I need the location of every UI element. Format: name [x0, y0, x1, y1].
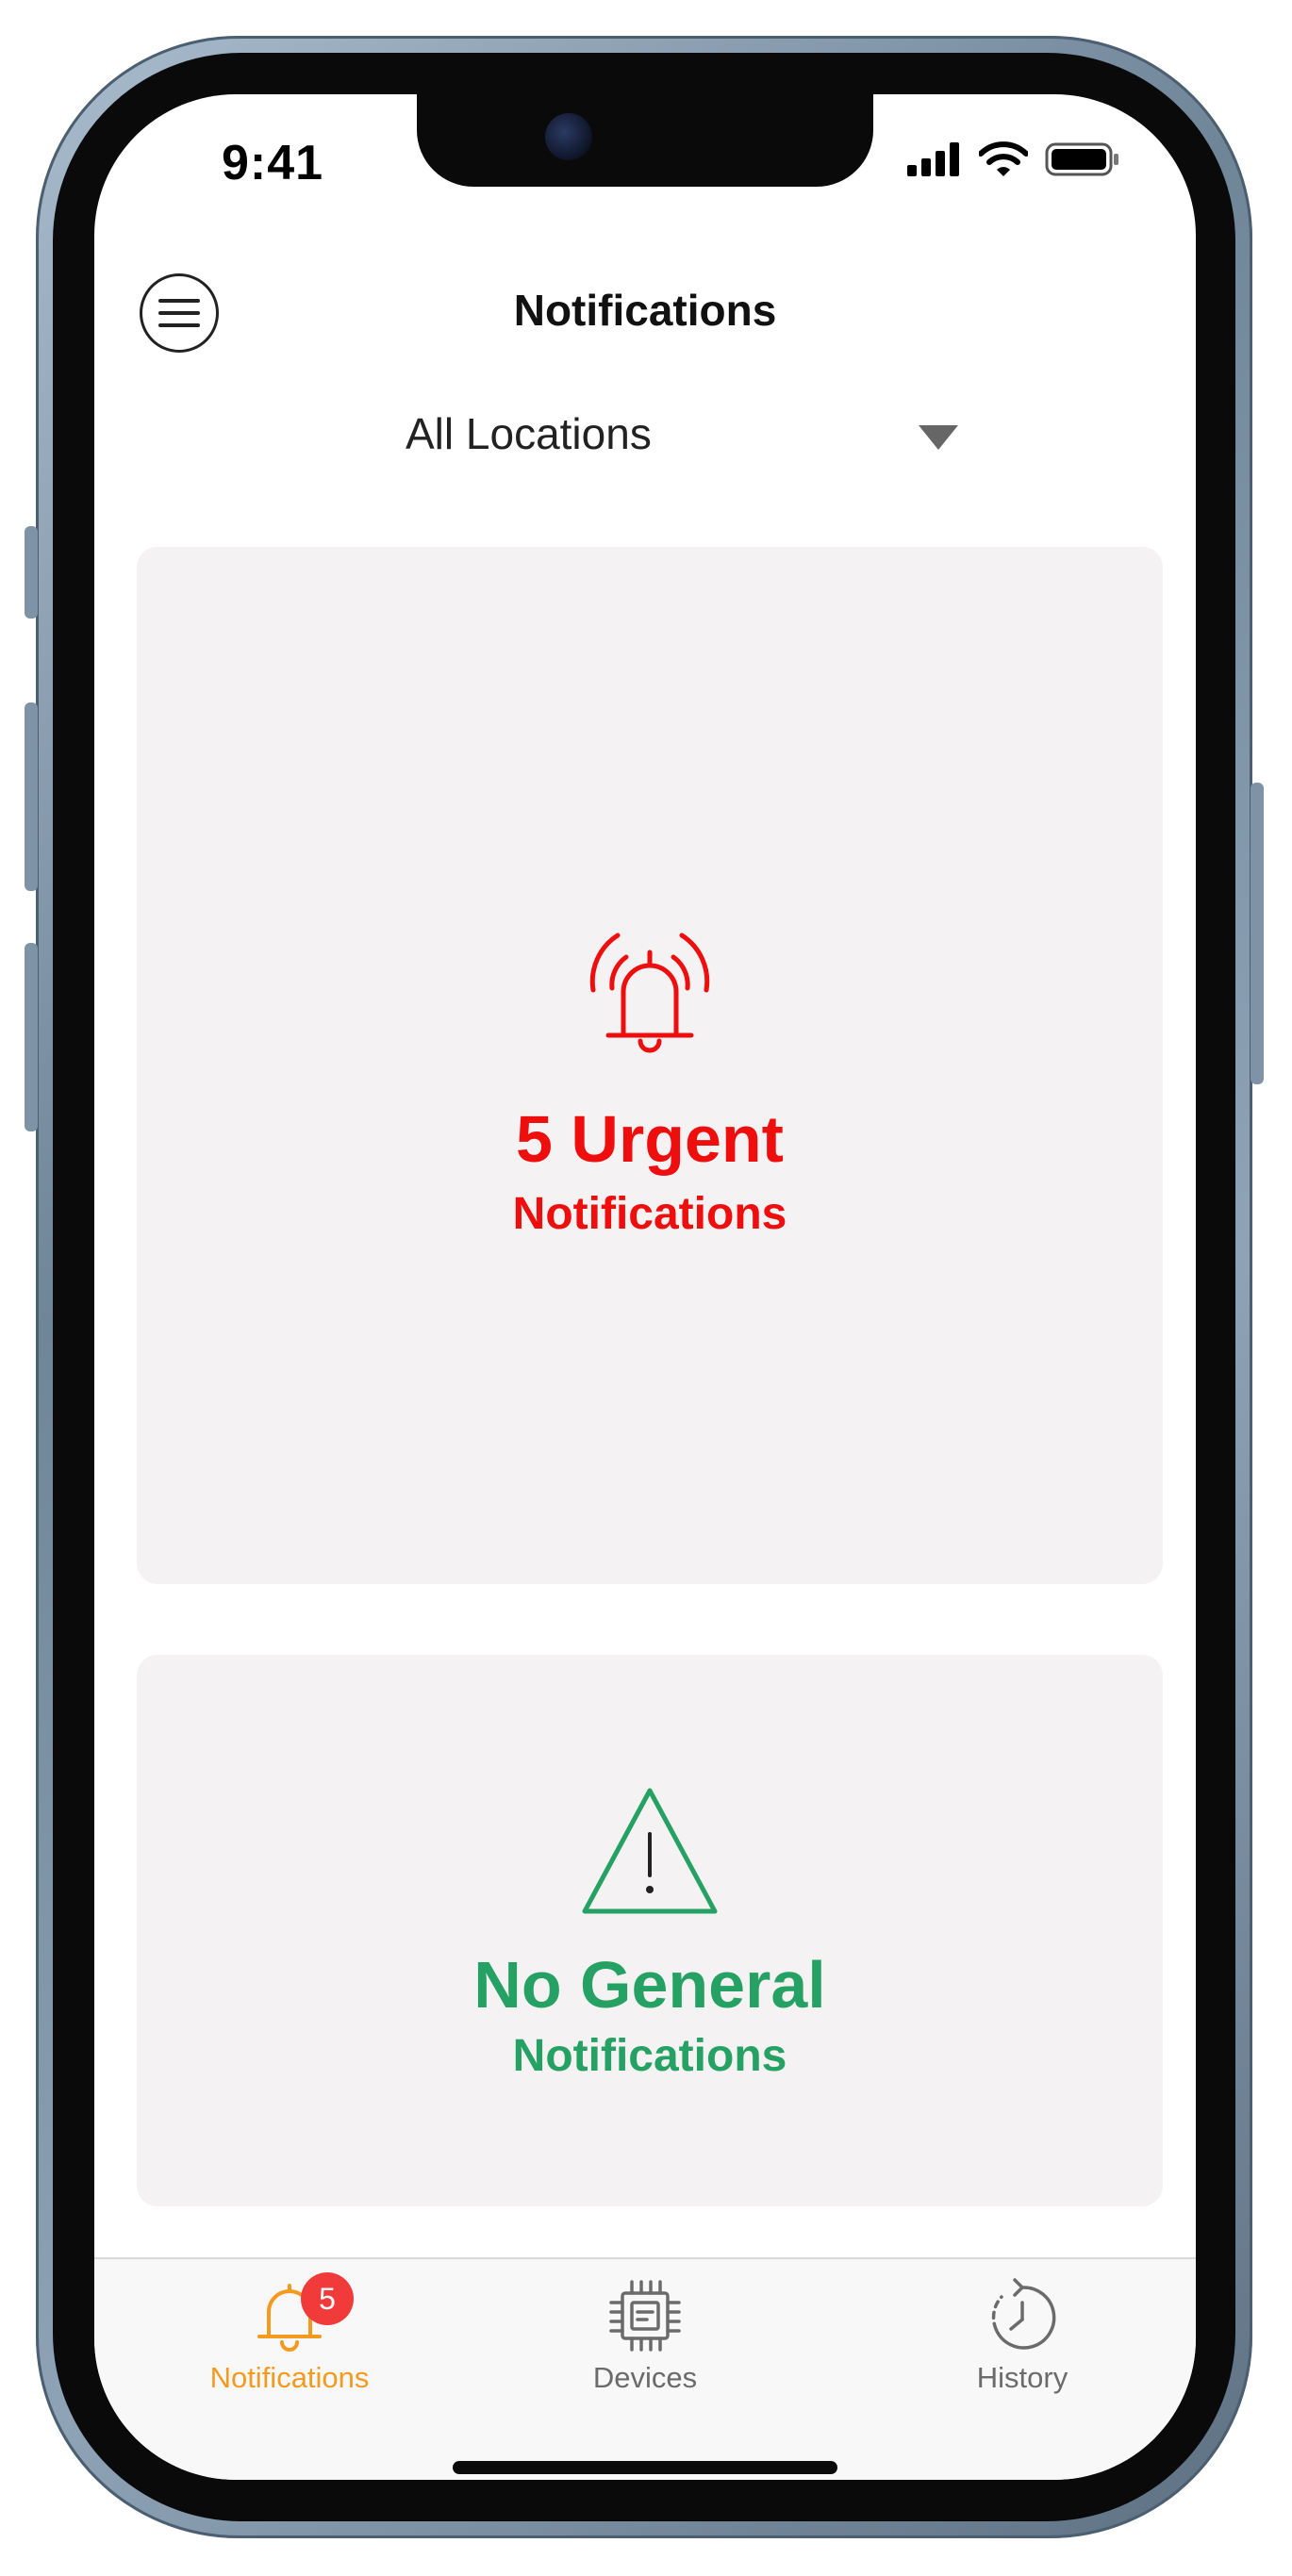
front-camera — [545, 113, 592, 160]
tab-devices[interactable]: Devices — [504, 2259, 787, 2410]
caret-down-icon — [919, 425, 958, 450]
status-icons — [907, 141, 1120, 177]
volume-down-button — [25, 943, 38, 1131]
chip-icon — [609, 2280, 681, 2352]
silent-switch — [25, 526, 38, 619]
battery-icon — [1045, 142, 1118, 176]
general-notifications-card[interactable]: No General Notifications — [137, 1655, 1163, 2206]
notification-count-badge: 5 — [301, 2272, 354, 2325]
tab-history-label: History — [976, 2361, 1068, 2394]
alarm-bell-icon — [589, 933, 710, 1053]
location-dropdown-value: All Locations — [406, 409, 652, 458]
cellular-signal-icon — [907, 142, 959, 176]
volume-up-button — [25, 702, 38, 891]
app-header: Notifications — [94, 255, 1196, 368]
history-clock-icon — [991, 2278, 1056, 2350]
general-status-text: No General — [473, 1948, 826, 2022]
tab-notifications[interactable]: 5 Notifications — [148, 2259, 431, 2410]
page-title: Notifications — [513, 286, 777, 335]
power-button — [1251, 783, 1264, 1084]
tab-bar: 5 Notifications Devices History — [94, 2257, 1196, 2480]
urgent-count-text: 5 Urgent — [516, 1102, 784, 1176]
wifi-icon — [979, 141, 1028, 176]
notch — [417, 94, 873, 187]
warning-triangle-icon — [582, 1788, 718, 1914]
tab-notifications-label: Notifications — [209, 2361, 370, 2394]
general-subtitle: Notifications — [512, 2031, 787, 2081]
tab-devices-label: Devices — [592, 2361, 698, 2394]
urgent-notifications-card[interactable]: 5 Urgent Notifications — [137, 547, 1163, 1584]
location-dropdown[interactable]: All Locations — [94, 401, 1196, 476]
tab-history[interactable]: History — [881, 2259, 1164, 2410]
status-time: 9:41 — [222, 136, 324, 190]
app-screen: 9:41 Notifications All Locations 5 Urgen… — [94, 94, 1196, 2480]
urgent-subtitle: Notifications — [512, 1189, 787, 1239]
home-indicator[interactable] — [453, 2461, 837, 2474]
